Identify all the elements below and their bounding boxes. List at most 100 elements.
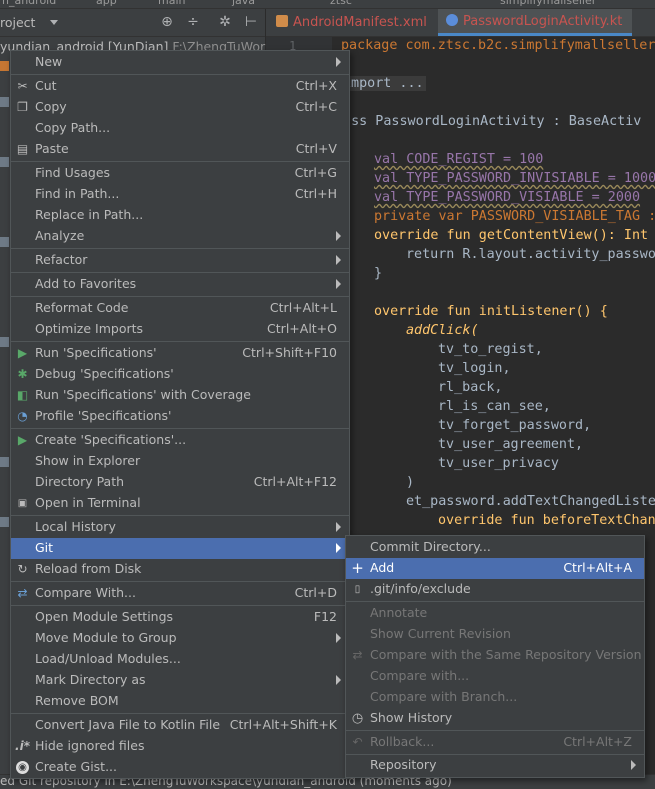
- menu-item-label: Hide ignored files: [35, 738, 145, 753]
- menu-item-label: Commit Directory...: [370, 539, 491, 554]
- menu-item-label: Compare with...: [370, 668, 470, 683]
- menu-item-profile[interactable]: ◔ Profile 'Specifications': [11, 406, 349, 427]
- menu-item-label: Cut: [35, 78, 57, 93]
- menu-item-run-with-coverage[interactable]: ◧ Run 'Specifications' with Coverage: [11, 385, 349, 406]
- menu-item-hide-ignored-files[interactable]: .i* Hide ignored files: [11, 736, 349, 757]
- menu-item-directory-path[interactable]: Directory Path Ctrl+Alt+F12: [11, 472, 349, 493]
- profile-icon: ◔: [17, 409, 28, 423]
- menu-item-create-gist[interactable]: ◉ Create Gist...: [11, 757, 349, 778]
- menu-item-label: Paste: [35, 141, 69, 156]
- tab-label: AndroidManifest.xml: [293, 15, 427, 30]
- menu-item-show-in-explorer[interactable]: Show in Explorer: [11, 451, 349, 472]
- create-run-config-icon: ▶: [17, 433, 28, 447]
- menu-item-git[interactable]: Git: [11, 538, 349, 559]
- hide-icon[interactable]: ⊢: [242, 13, 260, 31]
- menu-item-git-exclude[interactable]: ▯ .git/info/exclude: [346, 579, 644, 600]
- menu-item-compare-with[interactable]: ⇄ Compare With... Ctrl+D: [11, 583, 349, 604]
- menu-item-label: Debug 'Specifications': [35, 366, 174, 381]
- menu-item-local-history[interactable]: Local History: [11, 517, 349, 538]
- menu-item-reload-from-disk[interactable]: ↻ Reload from Disk: [11, 559, 349, 580]
- menu-item-label: Add to Favorites: [35, 276, 137, 291]
- menu-item-debug[interactable]: ✱ Debug 'Specifications': [11, 364, 349, 385]
- menu-item-label: Open in Terminal: [35, 495, 141, 510]
- code-line: val TYPE_PASSWORD_INVISIABLE = 1000: [374, 171, 655, 186]
- menu-item-remove-bom[interactable]: Remove BOM: [11, 691, 349, 712]
- nav-project-crumb[interactable]: n_android: [2, 0, 56, 7]
- menu-item-load-unload-modules[interactable]: Load/Unload Modules...: [11, 649, 349, 670]
- menu-item-commit-directory[interactable]: Commit Directory...: [346, 537, 644, 558]
- menu-item-replace-in-path[interactable]: Replace in Path...: [11, 205, 349, 226]
- menu-item-run[interactable]: ▶ Run 'Specifications' Ctrl+Shift+F10: [11, 343, 349, 364]
- menu-item-shortcut: Ctrl+V: [295, 141, 337, 156]
- nav-crumb[interactable]: simplifymallseller: [500, 0, 596, 7]
- menu-item-cut[interactable]: ✂ Cut Ctrl+X: [11, 76, 349, 97]
- chevron-down-icon[interactable]: [50, 20, 58, 25]
- collapse-icon[interactable]: ÷: [184, 13, 202, 31]
- menu-item-new[interactable]: New: [11, 52, 349, 73]
- separator: [11, 581, 349, 582]
- paste-icon: ▤: [16, 142, 29, 156]
- menu-item-shortcut: Ctrl+Alt+L: [269, 300, 337, 315]
- nav-crumb[interactable]: app: [96, 0, 117, 7]
- file-icon: [0, 157, 9, 167]
- menu-item-compare-same-repo-version[interactable]: ⇄ Compare with the Same Repository Versio…: [346, 645, 644, 666]
- menu-item-compare-with-branch[interactable]: Compare with Branch...: [346, 687, 644, 708]
- tab-password-login-activity[interactable]: PasswordLoginActivity.kt: [438, 9, 633, 36]
- menu-item-label: Repository: [370, 757, 437, 772]
- menu-item-copy-path[interactable]: Copy Path...: [11, 118, 349, 139]
- menu-item-mark-directory-as[interactable]: Mark Directory as: [11, 670, 349, 691]
- chevron-right-icon: [336, 633, 341, 643]
- separator: [11, 272, 349, 273]
- menu-item-label: Optimize Imports: [35, 321, 144, 336]
- menu-item-find-in-path[interactable]: Find in Path... Ctrl+H: [11, 184, 349, 205]
- menu-item-analyze[interactable]: Analyze: [11, 226, 349, 247]
- menu-item-refactor[interactable]: Refactor: [11, 250, 349, 271]
- folder-icon: [0, 61, 9, 71]
- menu-item-label: Create 'Specifications'...: [35, 432, 187, 447]
- menu-item-paste[interactable]: ▤ Paste Ctrl+V: [11, 139, 349, 160]
- github-icon: ◉: [16, 761, 29, 774]
- menu-item-find-usages[interactable]: Find Usages Ctrl+G: [11, 163, 349, 184]
- menu-item-label: Load/Unload Modules...: [35, 651, 181, 666]
- menu-item-repository[interactable]: Repository: [346, 755, 644, 776]
- menu-item-label: New: [35, 54, 63, 69]
- menu-item-move-module-to-group[interactable]: Move Module to Group: [11, 628, 349, 649]
- tab-android-manifest[interactable]: AndroidManifest.xml: [276, 9, 435, 36]
- menu-item-label: Compare with the Same Repository Version: [370, 647, 642, 662]
- menu-item-add-to-favorites[interactable]: Add to Favorites: [11, 274, 349, 295]
- menu-item-optimize-imports[interactable]: Optimize Imports Ctrl+Alt+O: [11, 319, 349, 340]
- menu-item-copy[interactable]: ❐ Copy Ctrl+C: [11, 97, 349, 118]
- menu-item-convert-java-to-kotlin[interactable]: Convert Java File to Kotlin File Ctrl+Alt…: [11, 715, 349, 736]
- menu-item-label: Profile 'Specifications': [35, 408, 172, 423]
- menu-item-label: Mark Directory as: [35, 672, 146, 687]
- context-menu: New ✂ Cut Ctrl+X ❐ Copy Ctrl+C Copy Path... …: [10, 50, 350, 779]
- code-line: import ...: [341, 76, 426, 91]
- menu-item-show-history[interactable]: ◷ Show History: [346, 708, 644, 729]
- menu-item-rollback[interactable]: ↶ Rollback... Ctrl+Alt+Z: [346, 732, 644, 753]
- menu-item-create-configuration[interactable]: ▶ Create 'Specifications'...: [11, 430, 349, 451]
- menu-item-compare-with[interactable]: Compare with...: [346, 666, 644, 687]
- menu-item-reformat-code[interactable]: Reformat Code Ctrl+Alt+L: [11, 298, 349, 319]
- file-icon: [0, 517, 9, 527]
- menu-item-label: Reload from Disk: [35, 561, 142, 576]
- menu-item-open-module-settings[interactable]: Open Module Settings F12: [11, 607, 349, 628]
- menu-item-label: Compare With...: [35, 585, 136, 600]
- nav-crumb[interactable]: main: [158, 0, 185, 7]
- code-line: tv_to_regist,: [438, 342, 543, 357]
- separator: [11, 428, 349, 429]
- target-icon[interactable]: ⊕: [158, 13, 176, 31]
- nav-crumb[interactable]: ztsc: [330, 0, 352, 7]
- menu-item-annotate[interactable]: Annotate: [346, 603, 644, 624]
- gear-icon[interactable]: ✲: [216, 13, 234, 31]
- xml-file-icon: [276, 15, 288, 27]
- menu-item-open-in-terminal[interactable]: ▣ Open in Terminal: [11, 493, 349, 514]
- chevron-right-icon: [336, 255, 341, 265]
- nav-crumb[interactable]: java: [232, 0, 255, 7]
- project-view-selector[interactable]: roject: [0, 15, 35, 30]
- menu-item-label: .git/info/exclude: [370, 581, 471, 596]
- chevron-right-icon: [336, 279, 341, 289]
- menu-item-add[interactable]: + Add Ctrl+Alt+A: [346, 558, 644, 579]
- compare-icon: ⇄: [17, 586, 28, 600]
- menu-item-label: Compare with Branch...: [370, 689, 518, 704]
- menu-item-show-current-revision[interactable]: Show Current Revision: [346, 624, 644, 645]
